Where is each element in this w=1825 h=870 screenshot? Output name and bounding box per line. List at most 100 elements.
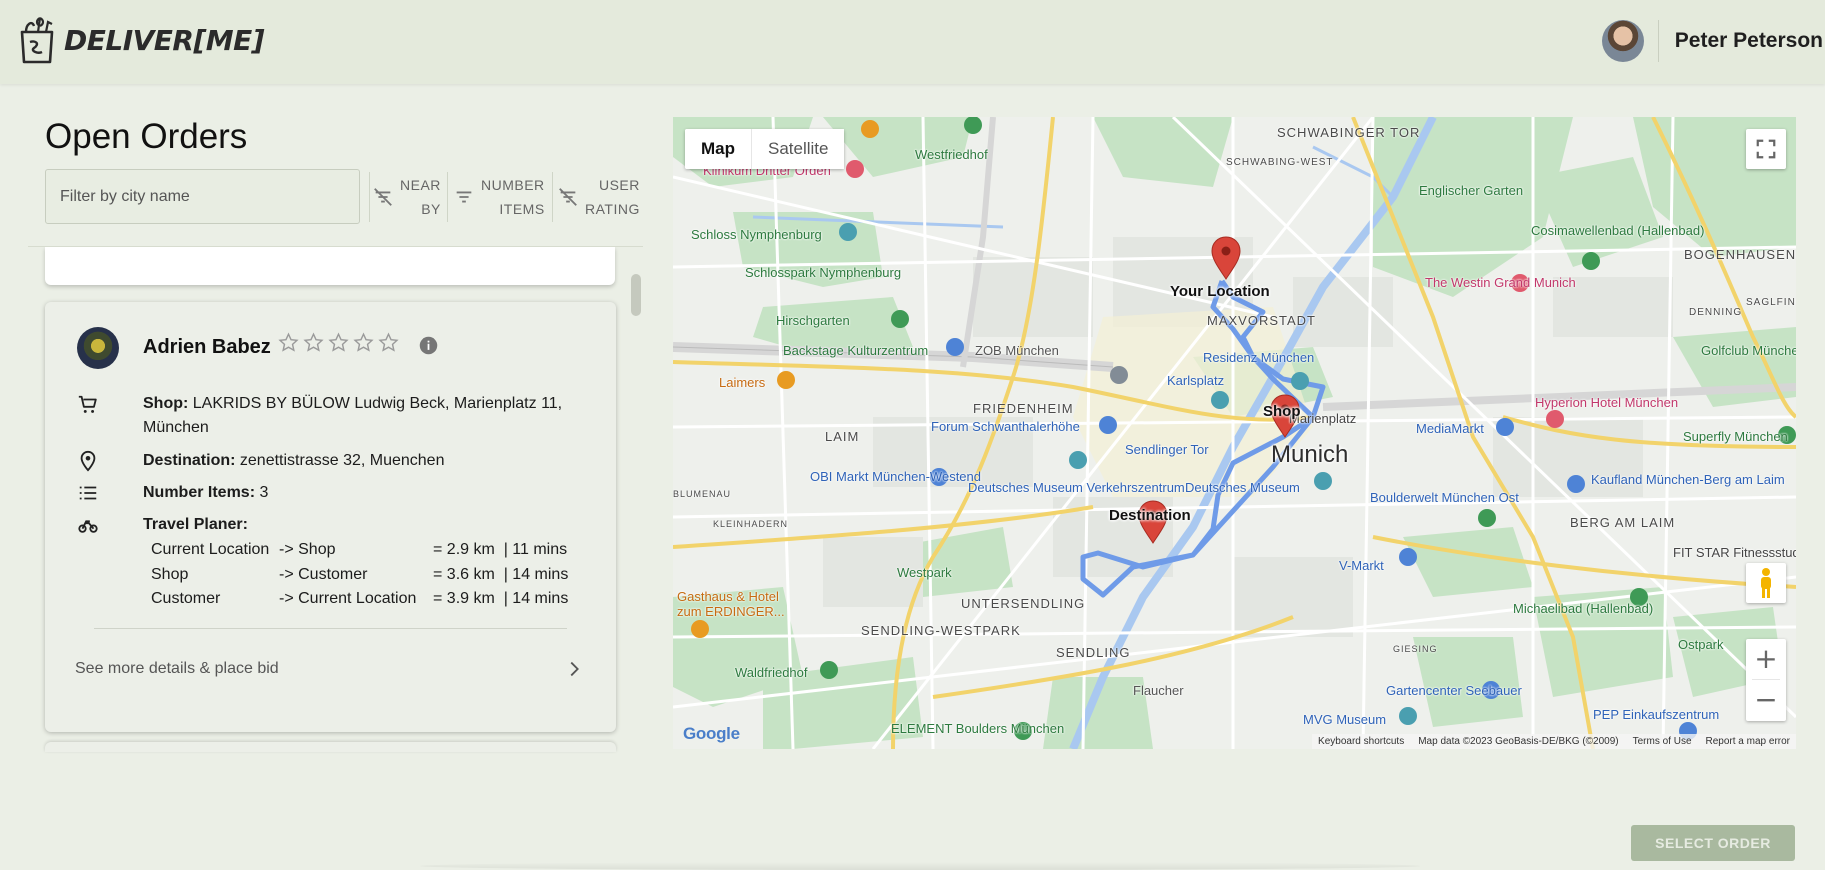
report-error-link[interactable]: Report a map error	[1706, 736, 1790, 747]
map-poi-label: Golfclub München	[1701, 343, 1796, 358]
select-order-button[interactable]: SELECT ORDER	[1631, 825, 1795, 861]
map-poi-label: Englischer Garten	[1419, 183, 1524, 198]
map-poi-label: Hirschgarten	[776, 313, 850, 328]
route-icon	[78, 520, 98, 533]
star-outline-icon	[303, 332, 324, 352]
sort-number-items-button[interactable]: NUMBER ITEMS	[453, 172, 545, 222]
sort-near-by-label: NEAR BY	[400, 177, 441, 217]
map-view[interactable]: SCHWABINGER TOR SCHWABING-WEST MAXVORSTA…	[673, 117, 1796, 749]
list-icon	[79, 486, 97, 500]
logo-text: DELIVER[ME]	[64, 23, 265, 57]
map-poi-label: FIT STAR Fitnessstudio München-Truderin	[1673, 545, 1796, 560]
fullscreen-icon	[1756, 139, 1776, 159]
map-poi-label: Waldfriedhof	[735, 665, 808, 680]
map-area-label: LAIM	[825, 429, 860, 444]
order-list-scrollbar[interactable]	[631, 274, 641, 316]
map-poi-label: Forum Schwanthalerhöhe	[931, 419, 1080, 434]
map-type-map-button[interactable]: Map	[685, 129, 751, 169]
user-menu[interactable]: Peter Peterson	[1601, 18, 1825, 64]
zoom-in-button[interactable]: +	[1746, 639, 1786, 679]
city-filter-input[interactable]	[45, 169, 360, 224]
google-logo-text: Google	[683, 724, 740, 743]
travel-from: Shop	[151, 565, 189, 583]
map-area-label: BERG AM LAIM	[1570, 515, 1676, 530]
travel-to: -> Current Location	[279, 590, 417, 608]
map-poi-label: Westfriedhof	[915, 147, 988, 162]
your-location-label: Your Location	[1170, 283, 1270, 300]
map-poi-label: Sendlinger Tor	[1125, 442, 1209, 457]
customer-rating	[278, 332, 399, 353]
map-poi-label: Kaufland München-Berg am Laim	[1591, 472, 1785, 487]
app-header: DELIVER[ME] Peter Peterson	[0, 0, 1825, 84]
city-label: Munich	[1271, 441, 1349, 468]
info-icon[interactable]	[418, 335, 439, 356]
zoom-out-button[interactable]: −	[1746, 680, 1786, 720]
star-outline-icon	[278, 332, 299, 352]
sort-user-rating-label: USER RATING	[585, 177, 640, 217]
map-area-label: GIESING	[1393, 644, 1438, 654]
map-poi-label: PEP Einkaufszentrum	[1593, 707, 1720, 722]
zoom-control[interactable]: + −	[1746, 639, 1786, 721]
app-logo[interactable]: DELIVER[ME]	[16, 14, 265, 66]
user-avatar[interactable]	[1601, 20, 1644, 62]
map-poi-label: Deutsches Museum	[1185, 480, 1300, 495]
shopping-cart-icon	[78, 395, 97, 413]
user-name: Peter Peterson	[1674, 29, 1823, 52]
table-row: Customer -> Current Location = 3.9 km | …	[151, 587, 568, 612]
travel-planer-table: Current Location -> Shop = 2.9 km | 11 m…	[151, 538, 568, 612]
star-outline-icon	[353, 332, 374, 352]
map-poi-label: ELEMENT Boulders München	[891, 721, 1065, 736]
sort-off-icon	[374, 188, 392, 206]
map-area-label: SAGLFING	[1746, 297, 1796, 308]
map-area-label: MAXVORSTADT	[1207, 313, 1316, 328]
grocery-bag-icon	[20, 17, 54, 64]
table-row: Current Location -> Shop = 2.9 km | 11 m…	[151, 538, 568, 563]
travel-distance: = 3.6 km | 14 mins	[433, 565, 569, 583]
map-area-label: UNTERSENDLING	[961, 596, 1086, 611]
customer-name: Adrien Babez	[143, 336, 271, 358]
next-order-card[interactable]	[45, 742, 616, 752]
map-poi-label: Backstage Kulturzentrum	[783, 343, 929, 358]
travel-distance: = 3.9 km | 14 mins	[433, 590, 569, 608]
map-area-label: KLEINHADERN	[713, 519, 789, 529]
map-area-label: BLUMENAU	[673, 489, 732, 499]
previous-order-card[interactable]	[45, 247, 615, 285]
map-poi-label: Residenz München	[1203, 350, 1315, 365]
order-card[interactable]: Adrien Babez Shop: LAKRIDS BY BÜLOW Ludw…	[45, 302, 616, 732]
street-view-pegman[interactable]	[1746, 563, 1786, 603]
sort-divider	[552, 172, 553, 222]
map-poi-label: Flaucher	[1133, 683, 1184, 698]
sort-user-rating-button[interactable]: USER RATING	[557, 172, 640, 222]
map-area-label: DENNING	[1689, 307, 1743, 318]
travel-from: Customer	[151, 590, 221, 608]
number-items: Number Items: 3	[143, 484, 269, 501]
map-poi-label: Deutsches Museum Verkehrszentrum	[968, 480, 1185, 495]
user-divider	[1657, 20, 1659, 62]
keyboard-shortcuts-link[interactable]: Keyboard shortcuts	[1318, 736, 1404, 747]
terms-link[interactable]: Terms of Use	[1633, 736, 1692, 747]
map-poi-label: Cosimawellenbad (Hallenbad)	[1531, 223, 1705, 238]
card-divider	[94, 628, 567, 629]
sort-number-items-label: NUMBER ITEMS	[481, 177, 545, 217]
map-poi-label: Ostpark	[1678, 637, 1724, 652]
pegman-icon	[1761, 568, 1771, 598]
map-type-control[interactable]: Map Satellite	[685, 129, 845, 169]
map-poi-label: ZOB München	[975, 343, 1059, 358]
page-title: Open Orders	[45, 117, 248, 156]
sort-icon	[456, 191, 472, 203]
shop-marker-label: Shop	[1263, 403, 1301, 420]
fullscreen-button[interactable]	[1746, 129, 1786, 169]
destination-address: Destination: zenettistrasse 32, Muenchen	[143, 452, 445, 469]
map-poi-label: MVG Museum	[1303, 712, 1387, 727]
sort-divider	[369, 172, 370, 222]
sort-near-by-button[interactable]: NEAR BY	[372, 172, 441, 222]
google-logo[interactable]: Google	[683, 724, 740, 744]
table-row: Shop -> Customer = 3.6 km | 14 mins	[151, 563, 568, 588]
see-details-link[interactable]: See more details & place bid	[75, 645, 585, 693]
map-poi-label: MediaMarkt	[1416, 421, 1484, 436]
map-type-satellite-button[interactable]: Satellite	[751, 129, 845, 169]
travel-to: -> Shop	[279, 541, 336, 559]
map-area-label: SCHWABINGER TOR	[1277, 125, 1421, 140]
map-poi-label: Boulderwelt München Ost	[1370, 490, 1519, 505]
map-poi-label: V-Markt	[1339, 558, 1384, 573]
